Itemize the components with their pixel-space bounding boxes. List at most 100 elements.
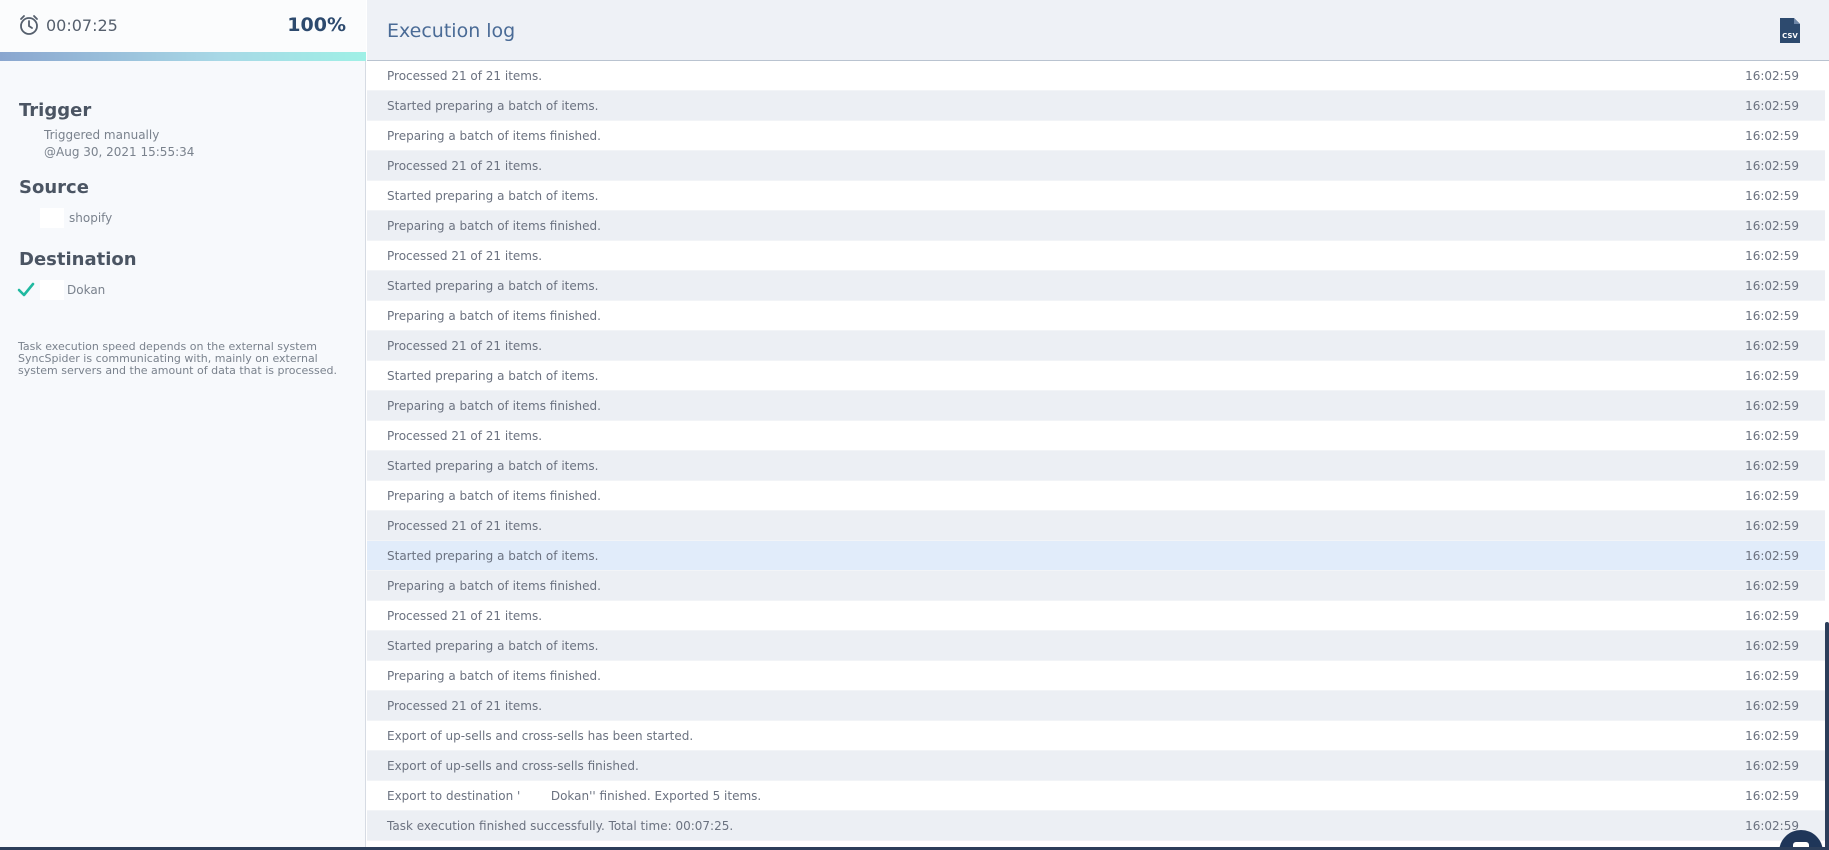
log-row: Started preparing a batch of items. 16:02… [367, 361, 1825, 391]
log-row: Started preparing a batch of items. 16:02… [367, 541, 1825, 571]
log-message: Export of up-sells and cross-sells has b… [387, 729, 694, 743]
log-message: Preparing a batch of items finished. [387, 399, 601, 413]
log-row: Processed 21 of 21 items. 16:02:59 [367, 241, 1825, 271]
log-message: Processed 21 of 21 items. [387, 519, 543, 533]
trigger-type: Triggered manually [44, 128, 160, 142]
csv-label: CSV [1782, 32, 1798, 40]
log-time: 16:02:59 [1745, 549, 1799, 563]
log-time: 16:02:59 [1745, 219, 1799, 233]
log-time: 16:02:59 [1745, 639, 1799, 653]
log-row: Processed 21 of 21 items. 16:02:59 [367, 61, 1825, 91]
source-heading: Source [19, 177, 89, 198]
log-message: Preparing a batch of items finished. [387, 489, 601, 503]
log-row: Export of up-sells and cross-sells finis… [367, 751, 1825, 781]
log-message: Started preparing a batch of items. [387, 459, 599, 473]
destination-heading: Destination [19, 249, 137, 270]
log-time: 16:02:59 [1745, 159, 1799, 173]
log-message: Processed 21 of 21 items. [387, 339, 543, 353]
log-message: Export to destination ' Dokan'' finished… [387, 789, 762, 803]
log-message: Preparing a batch of items finished. [387, 219, 601, 233]
log-message: Processed 21 of 21 items. [387, 249, 543, 263]
log-message: Processed 21 of 21 items. [387, 159, 543, 173]
log-time: 16:02:59 [1745, 699, 1799, 713]
log-row: Export of up-sells and cross-sells has b… [367, 721, 1825, 751]
log-time: 16:02:59 [1745, 99, 1799, 113]
log-row: Task execution finished successfully. To… [367, 811, 1825, 841]
log-time: 16:02:59 [1745, 429, 1799, 443]
alarm-clock-icon [20, 15, 38, 35]
log-message: Processed 21 of 21 items. [387, 699, 543, 713]
log-message: Started preparing a batch of items. [387, 639, 599, 653]
log-row: Started preparing a batch of items. 16:02… [367, 91, 1825, 121]
log-time: 16:02:59 [1745, 579, 1799, 593]
log-time: 16:02:59 [1745, 759, 1799, 773]
log-message: Started preparing a batch of items. [387, 189, 599, 203]
log-time: 16:02:59 [1745, 69, 1799, 83]
log-message: Processed 21 of 21 items. [387, 69, 543, 83]
log-message: Started preparing a batch of items. [387, 99, 599, 113]
log-row: Preparing a batch of items finished. 16:0… [367, 211, 1825, 241]
log-time: 16:02:59 [1745, 489, 1799, 503]
log-time: 16:02:59 [1745, 609, 1799, 623]
log-time: 16:02:59 [1745, 249, 1799, 263]
log-row: Preparing a batch of items finished. 16:0… [367, 391, 1825, 421]
log-message: Task execution finished successfully. To… [387, 819, 734, 833]
log-row: Preparing a batch of items finished. 16:0… [367, 661, 1825, 691]
log-time: 16:02:59 [1745, 729, 1799, 743]
log-title: Execution log [387, 20, 516, 42]
log-message: Preparing a batch of items finished. [387, 669, 601, 683]
trigger-heading: Trigger [19, 100, 92, 121]
log-message: Preparing a batch of items finished. [387, 309, 601, 323]
elapsed-time: 00:07:25 [46, 16, 118, 35]
timer-row: 00:07:25 100% [0, 0, 366, 52]
log-time: 16:02:59 [1745, 279, 1799, 293]
destination-logo [40, 280, 64, 300]
log-message: Started preparing a batch of items. [387, 369, 599, 383]
log-row: Preparing a batch of items finished. 16:0… [367, 301, 1825, 331]
execution-speed-note: Task execution speed depends on the exte… [18, 340, 337, 377]
execution-log-panel: Execution log CSV Processed 21 of 21 ite… [367, 0, 1829, 850]
log-time: 16:02:59 [1745, 339, 1799, 353]
log-time: 16:02:59 [1745, 519, 1799, 533]
log-message: Started preparing a batch of items. [387, 279, 599, 293]
log-row: Preparing a batch of items finished. 16:0… [367, 481, 1825, 511]
log-message: Preparing a batch of items finished. [387, 579, 601, 593]
log-list[interactable]: Processed 21 of 21 items. 16:02:59 Started… [367, 61, 1825, 850]
trigger-timestamp: @Aug 30, 2021 15:55:34 [44, 145, 195, 159]
log-time: 16:02:59 [1745, 399, 1799, 413]
log-time: 16:02:59 [1745, 369, 1799, 383]
check-icon [17, 282, 35, 297]
log-row: Processed 21 of 21 items. 16:02:59 [367, 511, 1825, 541]
log-row: Processed 21 of 21 items. 16:02:59 [367, 151, 1825, 181]
progress-bar-fill [0, 52, 366, 61]
log-row: Processed 21 of 21 items. 16:02:59 [367, 691, 1825, 721]
scrollbar-thumb[interactable] [1825, 622, 1829, 850]
log-time: 16:02:59 [1745, 669, 1799, 683]
log-row: Started preparing a batch of items. 16:02… [367, 451, 1825, 481]
log-row: Started preparing a batch of items. 16:02… [367, 631, 1825, 661]
task-summary-sidebar: 00:07:25 100% Trigger Triggered manually… [0, 0, 366, 850]
progress-percent: 100% [287, 14, 346, 36]
progress-bar [0, 52, 366, 61]
log-message: Preparing a batch of items finished. [387, 129, 601, 143]
log-message: Started preparing a batch of items. [387, 549, 599, 563]
log-message: Processed 21 of 21 items. [387, 429, 543, 443]
log-row: Preparing a batch of items finished. 16:0… [367, 121, 1825, 151]
log-message: Export of up-sells and cross-sells finis… [387, 759, 639, 773]
log-header: Execution log CSV [367, 0, 1829, 61]
source-name: shopify [69, 211, 113, 225]
csv-file-icon[interactable]: CSV [1779, 17, 1801, 44]
log-time: 16:02:59 [1745, 789, 1799, 803]
log-row: Started preparing a batch of items. 16:02… [367, 181, 1825, 211]
source-logo [40, 208, 64, 228]
log-row: Export to destination ' Dokan'' finished… [367, 781, 1825, 811]
log-row: Processed 21 of 21 items. 16:02:59 [367, 421, 1825, 451]
log-row: Processed 21 of 21 items. 16:02:59 [367, 601, 1825, 631]
log-time: 16:02:59 [1745, 459, 1799, 473]
task-execution-screen: 00:07:25 100% Trigger Triggered manually… [0, 0, 1829, 850]
log-row: Preparing a batch of items finished. 16:0… [367, 571, 1825, 601]
log-time: 16:02:59 [1745, 309, 1799, 323]
log-message: Processed 21 of 21 items. [387, 609, 543, 623]
log-time: 16:02:59 [1745, 129, 1799, 143]
log-row: Started preparing a batch of items. 16:02… [367, 271, 1825, 301]
